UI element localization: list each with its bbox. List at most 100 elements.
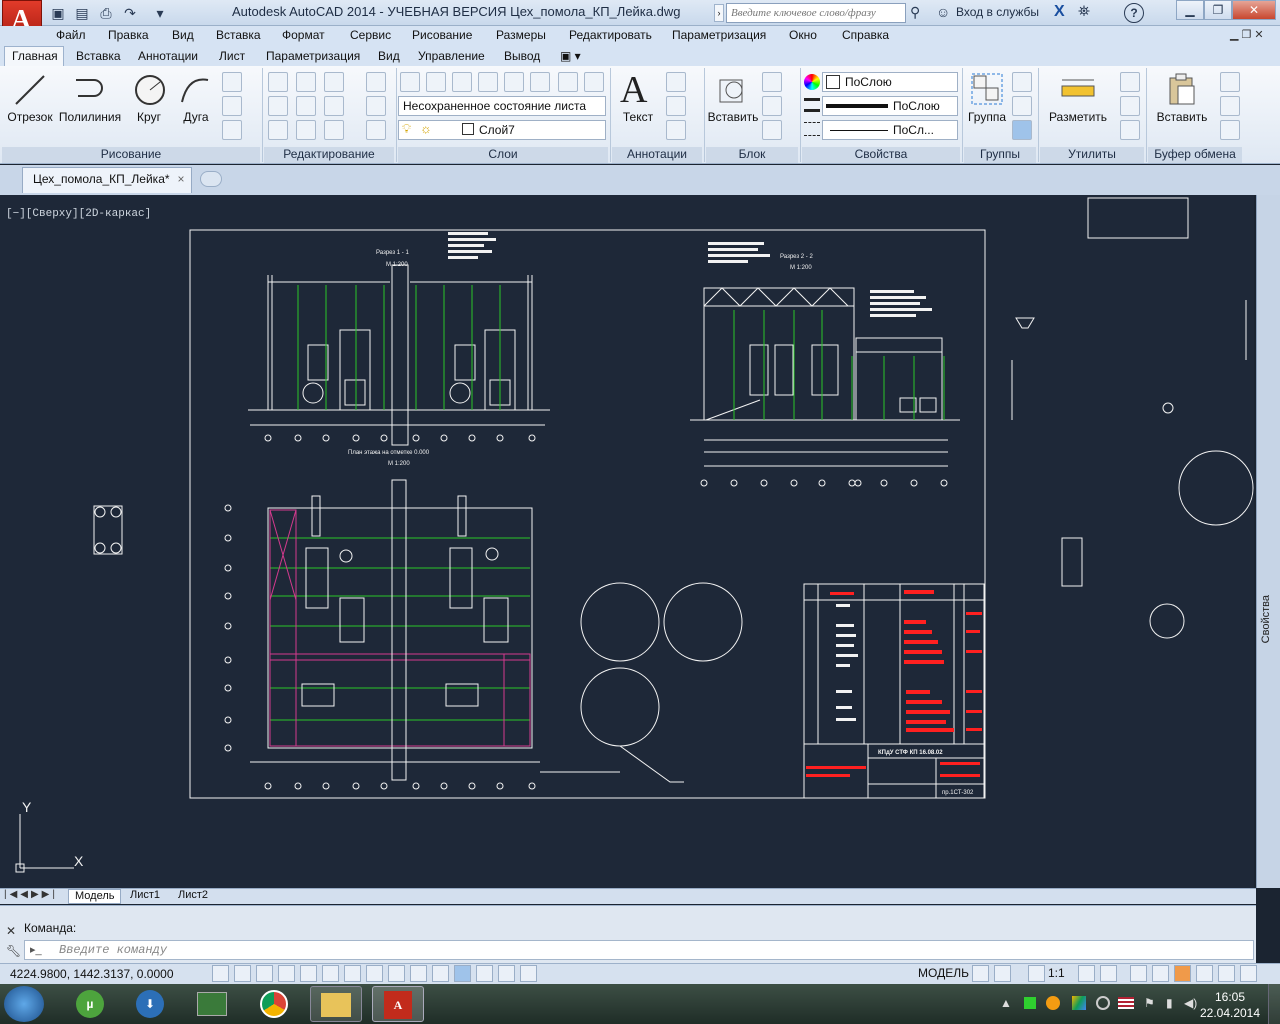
chrome-app-icon[interactable] — [248, 986, 300, 1022]
bulb-icon[interactable]: 💡︎ — [402, 121, 411, 137]
text-icon[interactable]: A — [620, 68, 647, 112]
measure-icon[interactable] — [1060, 76, 1096, 102]
group-selection-icon[interactable] — [1012, 120, 1032, 140]
ribbon-tab-parametric[interactable]: Параметризация — [266, 49, 360, 63]
layer-freeze-icon[interactable] — [504, 72, 524, 92]
utorrent-app-icon[interactable]: µ — [64, 986, 116, 1022]
select-all-icon[interactable] — [1120, 96, 1140, 116]
measure-button-label[interactable]: Разметить — [1044, 110, 1112, 124]
connect-icon[interactable]: ⛯ — [1078, 3, 1090, 20]
task-manager-app-icon[interactable] — [186, 986, 238, 1022]
modify-panel-title[interactable]: Редактирование — [264, 147, 394, 163]
tray-expand-icon[interactable]: ▲ — [1000, 996, 1012, 1010]
coordinates-readout[interactable]: 4224.9800, 1442.3137, 0.0000 — [10, 967, 174, 981]
hardware-acceleration-icon[interactable] — [1174, 965, 1191, 982]
color-wheel-icon[interactable] — [804, 74, 820, 90]
command-prompt-icon[interactable]: ▸_ — [30, 943, 42, 956]
show-desktop-button[interactable] — [1268, 984, 1280, 1024]
autocad-app-icon[interactable]: A — [372, 986, 424, 1022]
close-button[interactable]: ✕ — [1232, 0, 1276, 20]
group-button-label[interactable]: Группа — [964, 110, 1010, 124]
menu-window[interactable]: Окно — [789, 28, 817, 42]
explorer-app-icon[interactable] — [310, 986, 362, 1022]
layer-isolate-icon[interactable] — [478, 72, 498, 92]
3d-osnap-icon[interactable] — [344, 965, 361, 982]
create-block-icon[interactable] — [762, 72, 782, 92]
search-input[interactable]: Введите ключевое слово/фразу — [726, 3, 906, 23]
annotation-panel-title[interactable]: Аннотации — [612, 147, 702, 163]
ribbon-tab-insert[interactable]: Вставка — [76, 49, 121, 63]
redo-icon[interactable]: ↷ — [120, 3, 140, 23]
quick-properties-icon[interactable] — [476, 965, 493, 982]
quick-access-dropdown-icon[interactable]: ▾ — [150, 3, 170, 23]
insert-block-icon[interactable] — [716, 72, 750, 106]
layer-off-icon[interactable] — [452, 72, 472, 92]
minimize-button[interactable]: ▁ — [1176, 0, 1204, 20]
toolbar-lock-icon[interactable] — [1152, 965, 1169, 982]
rotate-icon[interactable] — [296, 72, 316, 92]
expand-search-icon[interactable]: › — [714, 4, 724, 22]
ungroup-icon[interactable] — [1012, 72, 1032, 92]
annotation-visibility-icon[interactable] — [1078, 965, 1095, 982]
edit-attributes-icon[interactable] — [762, 120, 782, 140]
ribbon-tab-home[interactable]: Главная — [12, 49, 58, 63]
viewport-controls-label[interactable]: [−][Сверху][2D-каркас] — [6, 208, 151, 220]
match-properties-icon[interactable] — [1220, 120, 1240, 140]
ribbon-tab-more-icon[interactable]: ▣ ▾ — [560, 49, 581, 63]
annotation-monitor-icon[interactable] — [520, 965, 537, 982]
close-tab-icon[interactable]: × — [178, 172, 185, 186]
layer-properties-icon[interactable] — [400, 72, 420, 92]
lineweight-toggle-icon[interactable] — [432, 965, 449, 982]
save-icon[interactable]: ▣ — [48, 3, 68, 23]
menu-help[interactable]: Справка — [842, 28, 889, 42]
menu-modify[interactable]: Редактировать — [569, 28, 652, 42]
clock-date[interactable]: 22.04.2014 — [1194, 1006, 1266, 1020]
line-icon[interactable] — [12, 72, 48, 108]
layers-panel-title[interactable]: Слои — [398, 147, 608, 163]
insert-button-label[interactable]: Вставить — [706, 110, 760, 124]
layer-match-icon[interactable] — [558, 72, 578, 92]
clipboard-panel-title[interactable]: Буфер обмена — [1148, 147, 1242, 163]
print-icon[interactable]: ⎙ — [96, 3, 116, 23]
quick-view-layouts-icon[interactable] — [972, 965, 989, 982]
layout-tab-sheet2[interactable]: Лист2 — [172, 889, 214, 904]
annotation-scale-icon[interactable] — [1028, 965, 1045, 982]
ducs-icon[interactable] — [388, 965, 405, 982]
language-flag-icon[interactable] — [1118, 997, 1134, 1009]
circle-button-label[interactable]: Круг — [128, 110, 170, 124]
copy-clip-icon[interactable] — [1220, 96, 1240, 116]
groups-panel-title[interactable]: Группы — [964, 147, 1036, 163]
otrack-icon[interactable] — [366, 965, 383, 982]
layer-previous-icon[interactable] — [584, 72, 604, 92]
calculator-icon[interactable] — [1120, 120, 1140, 140]
ribbon-tab-manage[interactable]: Управление — [418, 49, 485, 63]
table-icon[interactable] — [666, 120, 686, 140]
tray-drive-icon[interactable] — [1072, 996, 1086, 1010]
drawing-viewport[interactable]: Разрез 1 - 1 М 1:200 Разрез 2 - 2 М 1:20… — [0, 195, 1254, 888]
workspace-gear-icon[interactable] — [1130, 965, 1147, 982]
group-icon[interactable] — [970, 72, 1004, 106]
polyline-icon[interactable] — [72, 72, 108, 108]
mirror-icon[interactable] — [296, 96, 316, 116]
utilities-panel-title[interactable]: Утилиты — [1040, 147, 1144, 163]
auto-scale-icon[interactable] — [1100, 965, 1117, 982]
layer-state-icon[interactable] — [426, 72, 446, 92]
properties-panel-title[interactable]: Свойства — [802, 147, 960, 163]
paste-icon[interactable] — [1166, 72, 1198, 106]
quick-view-drawings-icon[interactable] — [994, 965, 1011, 982]
polyline-button-label[interactable]: Полилиния — [56, 110, 124, 124]
start-button-icon[interactable] — [4, 986, 44, 1022]
menu-file[interactable]: Файл — [56, 28, 86, 42]
clean-screen-icon[interactable] — [1240, 965, 1257, 982]
copy-icon[interactable] — [268, 96, 288, 116]
network-icon[interactable]: ▮ — [1166, 996, 1173, 1010]
layout-nav-arrows-icon[interactable]: |◀◀▶▶| — [4, 889, 58, 900]
document-tab[interactable]: Цех_помола_КП_Лейка* × — [22, 167, 192, 193]
command-close-icon[interactable]: ✕ — [6, 924, 16, 938]
layer-state-combo[interactable]: Несохраненное состояние листа — [398, 96, 606, 116]
paste-button-label[interactable]: Вставить — [1152, 110, 1212, 124]
menu-dimension[interactable]: Размеры — [496, 28, 546, 42]
hatch-icon[interactable] — [222, 96, 242, 116]
menu-format[interactable]: Формат — [282, 28, 325, 42]
download-app-icon[interactable]: ⬇ — [124, 986, 176, 1022]
